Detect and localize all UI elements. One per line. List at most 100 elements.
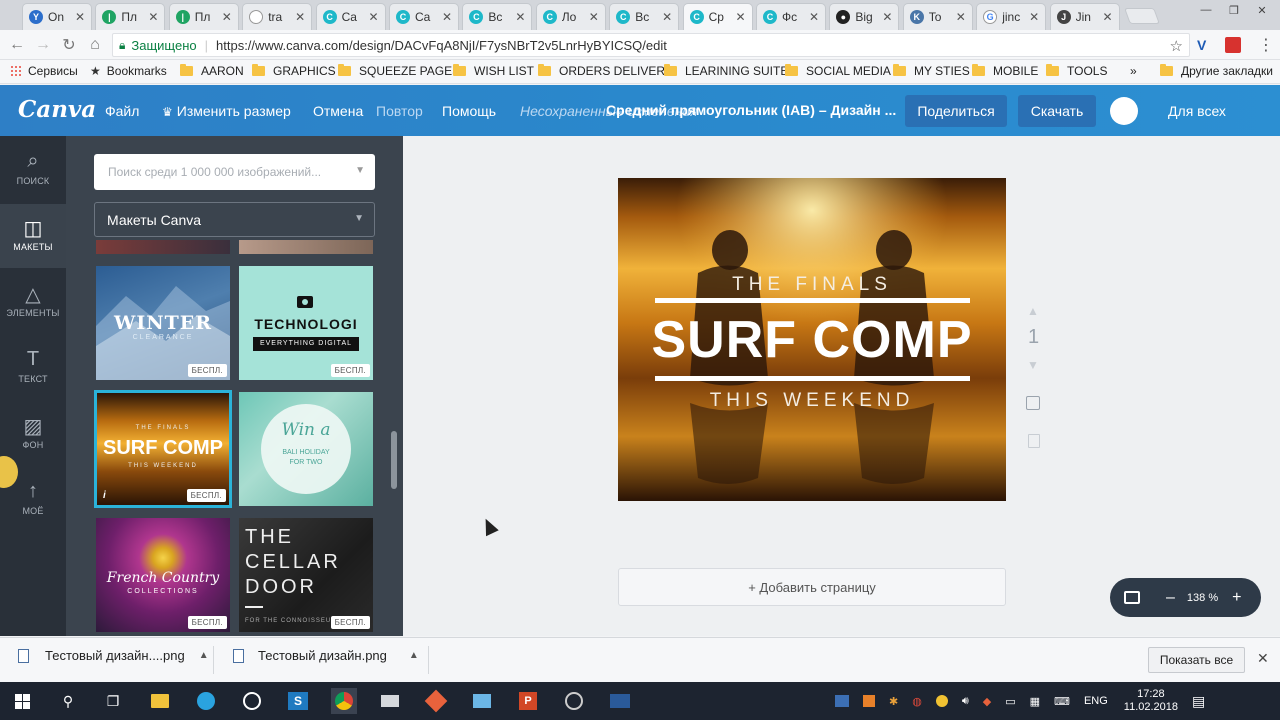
bookmark-apps[interactable]: Сервисы <box>10 64 78 78</box>
close-tab-icon[interactable]: ✕ <box>222 10 232 24</box>
template-thumbnail-cellar[interactable]: THE CELLAR DOOR FOR THE CONNOISSEUR БЕСП… <box>239 518 373 632</box>
template-thumbnail-winter[interactable]: WINTER CLEARANCE БЕСПЛ. <box>96 266 230 380</box>
download-item[interactable]: Тестовый дизайн.png ▲ <box>233 648 419 663</box>
browser-tab[interactable]: tra ✕ <box>242 3 313 30</box>
close-tab-icon[interactable]: ✕ <box>589 10 599 24</box>
template-thumbnail-technology[interactable]: TECHNOLOGI EVERYTHING DIGITAL БЕСПЛ. <box>239 266 373 380</box>
template-thumbnail-bali[interactable]: Win a BALI HOLIDAY FOR TWO <box>239 392 373 506</box>
rail-search[interactable]: ⌕ ПОИСК <box>0 138 66 202</box>
bookmark-folder[interactable]: SOCIAL MEDIA <box>785 64 891 78</box>
chrome-icon[interactable] <box>331 688 357 714</box>
windows-start-icon[interactable] <box>9 688 35 714</box>
browser-tab[interactable]: C Ло ✕ <box>535 3 606 30</box>
resize-button[interactable]: ♛ Изменить размер <box>162 103 291 119</box>
browser-tab[interactable]: C Ср ✕ <box>682 3 753 30</box>
network-icon[interactable]: ▦ <box>1030 695 1040 708</box>
browser-tab[interactable]: | Пл ✕ <box>168 3 239 30</box>
close-window-icon[interactable]: ✕ <box>1250 2 1274 18</box>
new-tab-button[interactable] <box>1124 8 1160 24</box>
delete-page-icon[interactable] <box>1028 434 1040 448</box>
layout-type-select[interactable]: Макеты Canva ▼ <box>94 202 375 237</box>
maximize-icon[interactable]: ❐ <box>1222 2 1246 18</box>
add-page-button[interactable]: + Добавить страницу <box>618 568 1006 606</box>
browser-tab[interactable]: K To ✕ <box>902 3 973 30</box>
extension-icon[interactable] <box>1225 37 1241 53</box>
download-item[interactable]: Тестовый дизайн....png ▲ <box>18 648 209 663</box>
avatar[interactable] <box>1110 97 1138 125</box>
move-up-icon[interactable]: ▲ <box>1027 304 1039 318</box>
close-tab-icon[interactable]: ✕ <box>736 10 746 24</box>
url-input[interactable]: 🔒︎ Защищено | https://www.canva.com/desi… <box>112 33 1190 57</box>
panel-scrollbar[interactable] <box>391 431 397 489</box>
powerpoint-icon[interactable]: P <box>515 688 541 714</box>
image-search-input[interactable]: Поиск среди 1 000 000 изображений... ▼ <box>94 154 375 190</box>
rail-layouts[interactable]: ◫ МАКЕТЫ <box>0 204 66 268</box>
close-tab-icon[interactable]: ✕ <box>882 10 892 24</box>
app-blue-icon[interactable] <box>469 688 495 714</box>
template-thumbnail[interactable] <box>239 240 373 254</box>
bookmark-folder[interactable]: TOOLS <box>1046 64 1107 78</box>
close-tab-icon[interactable]: ✕ <box>515 10 525 24</box>
rail-background[interactable]: ▨ ФОН <box>0 402 66 466</box>
undo-button[interactable]: Отмена <box>313 103 363 119</box>
rail-text[interactable]: T ТЕКСТ <box>0 336 66 400</box>
bookmark-folder[interactable]: MY STIES <box>893 64 970 78</box>
reload-icon[interactable]: ↻ <box>56 32 82 58</box>
present-icon[interactable] <box>1124 591 1140 604</box>
redo-button[interactable]: Повтор <box>376 103 423 119</box>
browser-tab[interactable]: C Фс ✕ <box>756 3 826 30</box>
bookmark-folder[interactable]: LEARINING SUITE <box>664 64 788 78</box>
move-down-icon[interactable]: ▼ <box>1027 358 1039 372</box>
keyboard-icon[interactable]: ⌨ <box>1054 695 1070 708</box>
bookmark-folder[interactable]: MOBILE <box>972 64 1038 78</box>
close-tab-icon[interactable]: ✕ <box>662 10 672 24</box>
task-view-icon[interactable]: ❐ <box>100 688 126 714</box>
browser-tab[interactable]: C Ca ✕ <box>389 3 459 30</box>
minimize-icon[interactable]: — <box>1194 2 1218 18</box>
tray-icon[interactable] <box>835 695 849 707</box>
tray-icon[interactable] <box>863 695 875 707</box>
tray-icon[interactable]: ◆ <box>983 695 991 708</box>
bookmark-bookmarks[interactable]: ★ Bookmarks <box>90 64 167 78</box>
bookmark-folder[interactable]: ORDERS DELIVERY <box>538 64 673 78</box>
extension-v-icon[interactable]: V <box>1197 37 1206 53</box>
close-tab-icon[interactable]: ✕ <box>295 10 305 24</box>
menu-icon[interactable]: ⋮ <box>1258 35 1274 55</box>
close-tab-icon[interactable]: ✕ <box>1103 10 1113 24</box>
chevron-down-icon[interactable]: ▼ <box>355 165 365 176</box>
app-s-icon[interactable]: S <box>285 688 311 714</box>
browser-tab[interactable]: Gjinc ✕ <box>976 3 1047 30</box>
close-shelf-icon[interactable]: ✕ <box>1257 650 1269 667</box>
browser-tab[interactable]: C Вс ✕ <box>462 3 533 30</box>
bookmark-other[interactable]: Другие закладки <box>1160 64 1273 78</box>
tray-icon[interactable] <box>935 695 948 707</box>
zoom-in-button[interactable]: + <box>1232 589 1241 607</box>
media-player-icon[interactable] <box>239 688 265 714</box>
document-title[interactable]: Средний прямоугольник (IAB) – Дизайн ... <box>606 102 898 118</box>
tray-icon[interactable]: ▭ <box>1005 695 1015 708</box>
star-icon[interactable]: ☆ <box>1170 37 1183 55</box>
notifications-icon[interactable]: ▤ <box>1192 693 1205 710</box>
show-all-downloads-button[interactable]: Показать все <box>1148 647 1245 673</box>
volume-icon[interactable]: 🔊︎ <box>962 695 969 708</box>
close-tab-icon[interactable]: ✕ <box>148 10 158 24</box>
design-bottom-text[interactable]: THIS WEEKEND <box>618 390 1006 412</box>
close-tab-icon[interactable]: ✕ <box>369 10 379 24</box>
telegram-icon[interactable] <box>193 688 219 714</box>
close-tab-icon[interactable]: ✕ <box>956 10 966 24</box>
template-thumbnail[interactable] <box>96 240 230 254</box>
home-icon[interactable]: ⌂ <box>82 32 108 58</box>
app-orange-icon[interactable] <box>423 688 449 714</box>
info-icon[interactable]: i <box>103 490 106 501</box>
tray-icon[interactable]: ✱ <box>889 695 898 708</box>
search-icon[interactable]: ⚲ <box>55 688 81 714</box>
bookmark-folder[interactable]: SQUEEZE PAGES <box>338 64 460 78</box>
close-tab-icon[interactable]: ✕ <box>809 10 819 24</box>
design-canvas[interactable]: THE FINALS SURF COMP THIS WEEKEND <box>618 178 1006 501</box>
visibility-button[interactable]: Для всех <box>1150 103 1244 119</box>
file-menu[interactable]: Файл <box>105 103 139 119</box>
design-top-text[interactable]: THE FINALS <box>618 274 1006 296</box>
chevron-up-icon[interactable]: ▲ <box>199 650 209 661</box>
bookmark-folder[interactable]: AARON <box>180 64 244 78</box>
app-dark-icon[interactable] <box>607 688 633 714</box>
